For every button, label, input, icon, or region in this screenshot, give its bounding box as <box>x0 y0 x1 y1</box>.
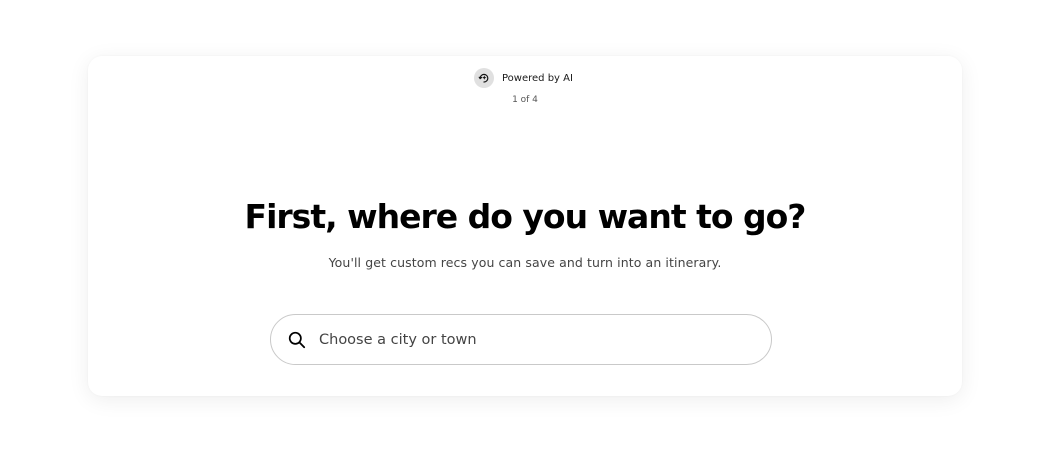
onboarding-card: Powered by AI 1 of 4 First, where do you… <box>88 56 962 396</box>
step-indicator: 1 of 4 <box>512 95 538 105</box>
page-title: First, where do you want to go? <box>244 197 807 236</box>
page-subtitle: You'll get custom recs you can save and … <box>328 255 722 270</box>
powered-by-ai-label: Powered by AI <box>502 72 573 84</box>
destination-search-input[interactable] <box>319 324 739 355</box>
powered-by-ai-badge: Powered by AI <box>474 68 573 88</box>
destination-search-box[interactable] <box>270 314 772 365</box>
ai-sparkle-pin-icon <box>474 68 494 88</box>
search-icon <box>288 331 306 349</box>
